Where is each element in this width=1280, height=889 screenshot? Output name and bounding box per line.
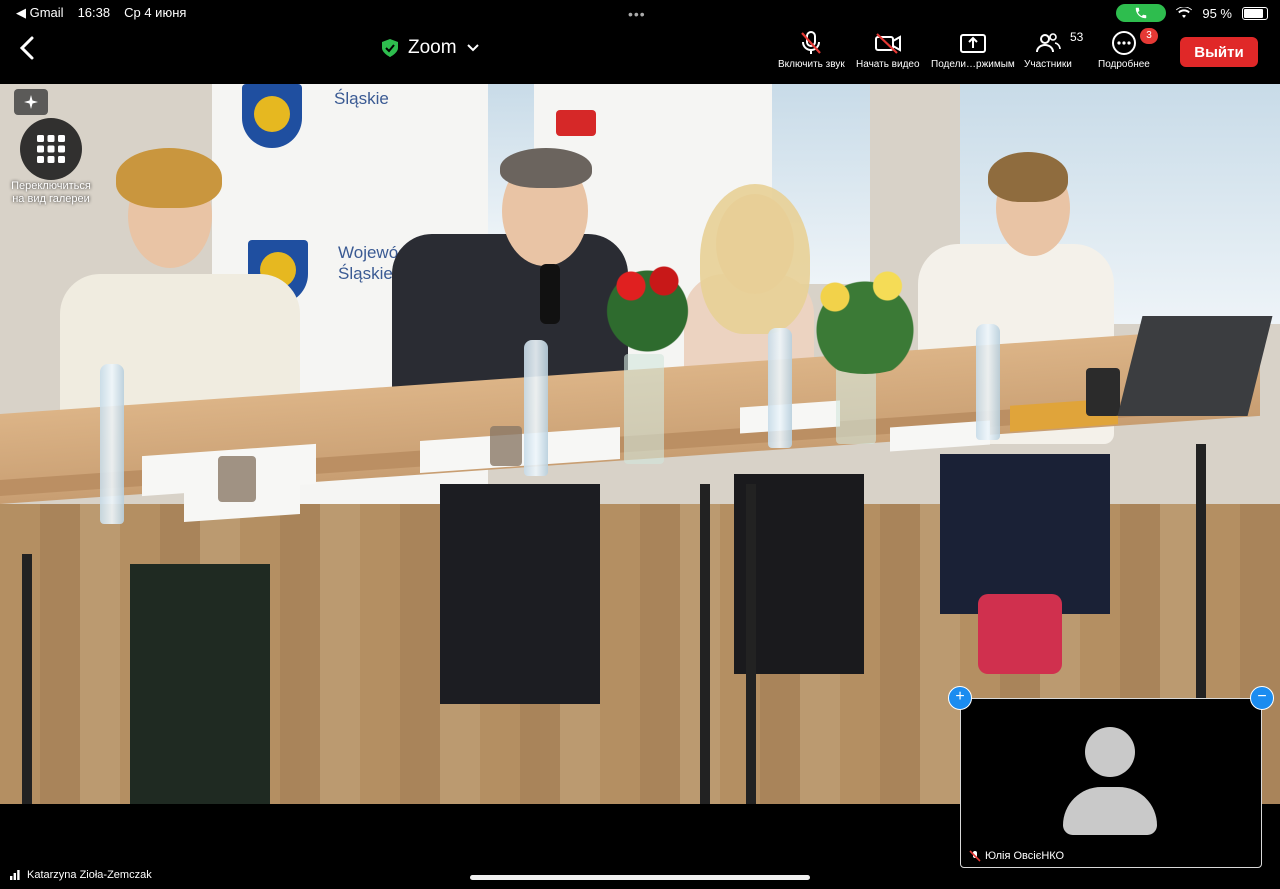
active-speaker-video[interactable]: Śląskie Województwo Śląskie xyxy=(0,84,1280,804)
share-screen-label: Подели…ржимым xyxy=(931,59,1015,70)
wifi-icon xyxy=(1176,7,1193,18)
table-leg xyxy=(700,484,710,804)
gallery-view-label[interactable]: Переключиться на вид галереи xyxy=(8,180,94,206)
back-button[interactable] xyxy=(14,34,42,62)
participants-label: Участники xyxy=(1024,59,1072,70)
share-screen-button[interactable]: Подели…ржимым xyxy=(931,30,1015,70)
coffee-cup xyxy=(1086,368,1120,416)
active-speaker-name: Katarzyna Zioła-Zemczak xyxy=(27,869,152,881)
meeting-info-button[interactable]: Zoom xyxy=(382,37,479,59)
expand-self-view-button[interactable]: + xyxy=(948,686,972,710)
status-bar: ◀ Gmail 16:38 Ср 4 июня ••• 95 % xyxy=(0,0,1280,26)
minimize-self-view-button[interactable]: − xyxy=(1250,686,1274,710)
table-leg xyxy=(746,484,756,804)
participants-icon xyxy=(1035,33,1061,53)
notification-badge: 3 xyxy=(1140,28,1158,44)
active-call-indicator[interactable] xyxy=(1116,4,1167,22)
video-off-icon xyxy=(874,33,901,54)
yellow-roses xyxy=(790,264,940,374)
self-view-name-label: Юлія ОвсієНКО xyxy=(969,850,1064,862)
gallery-view-button[interactable] xyxy=(20,118,82,180)
sparkle-icon xyxy=(24,95,38,109)
shield-check-icon xyxy=(382,39,398,57)
table-leg xyxy=(22,554,32,804)
more-button[interactable]: Подробнее 3 xyxy=(1098,28,1158,70)
participants-button[interactable]: Участники xyxy=(1024,30,1072,70)
chevron-down-icon xyxy=(466,44,479,52)
date: Ср 4 июня xyxy=(124,5,187,20)
start-video-button[interactable]: Начать видео xyxy=(856,30,920,70)
signal-bars-icon xyxy=(10,870,20,880)
red-roses xyxy=(598,256,708,356)
app-title: Zoom xyxy=(408,37,457,58)
more-label: Подробнее xyxy=(1098,59,1150,70)
laptop xyxy=(1117,316,1273,416)
water-bottle xyxy=(524,340,548,476)
table-leg xyxy=(1196,444,1206,704)
glass xyxy=(218,456,256,502)
more-icon xyxy=(1111,31,1136,55)
active-speaker-label: Katarzyna Zioła-Zemczak xyxy=(10,869,152,881)
microphone-muted-icon xyxy=(801,31,822,54)
self-view-thumbnail[interactable]: Юлія ОвсієНКО xyxy=(960,698,1262,868)
logo-icon xyxy=(556,110,596,136)
clock: 16:38 xyxy=(77,5,111,20)
battery-icon xyxy=(1242,6,1268,20)
banner-left-top-text: Śląskie xyxy=(334,89,389,108)
vase xyxy=(836,364,876,444)
avatar xyxy=(1085,727,1135,777)
glass xyxy=(490,426,522,466)
crest-icon xyxy=(242,84,302,148)
unmute-button[interactable]: Включить звук xyxy=(778,30,845,70)
water-bottle xyxy=(976,324,1000,440)
effects-button[interactable] xyxy=(14,89,48,115)
start-video-label: Начать видео xyxy=(856,59,920,70)
vase xyxy=(624,354,664,464)
participants-count: 53 xyxy=(1070,30,1084,44)
battery-percent: 95 % xyxy=(1202,5,1232,21)
meeting-toolbar: Zoom Включить звук Начать видео Подели…р… xyxy=(0,26,1280,80)
water-bottle xyxy=(768,328,792,448)
grid-icon xyxy=(37,135,65,163)
water-bottle xyxy=(100,364,124,524)
share-screen-icon xyxy=(959,34,986,53)
phone-icon xyxy=(1136,7,1147,19)
avatar-body xyxy=(1063,787,1157,835)
multitasking-dots-icon[interactable]: ••• xyxy=(628,6,646,22)
back-to-app-link[interactable]: ◀ Gmail xyxy=(16,5,64,21)
leave-button[interactable]: Выйти xyxy=(1180,37,1258,67)
home-indicator[interactable] xyxy=(470,875,810,880)
unmute-label: Включить звук xyxy=(778,59,845,70)
microphone-muted-icon xyxy=(969,850,981,862)
chevron-left-icon xyxy=(19,36,34,60)
self-view-name: Юлія ОвсієНКО xyxy=(985,850,1065,862)
